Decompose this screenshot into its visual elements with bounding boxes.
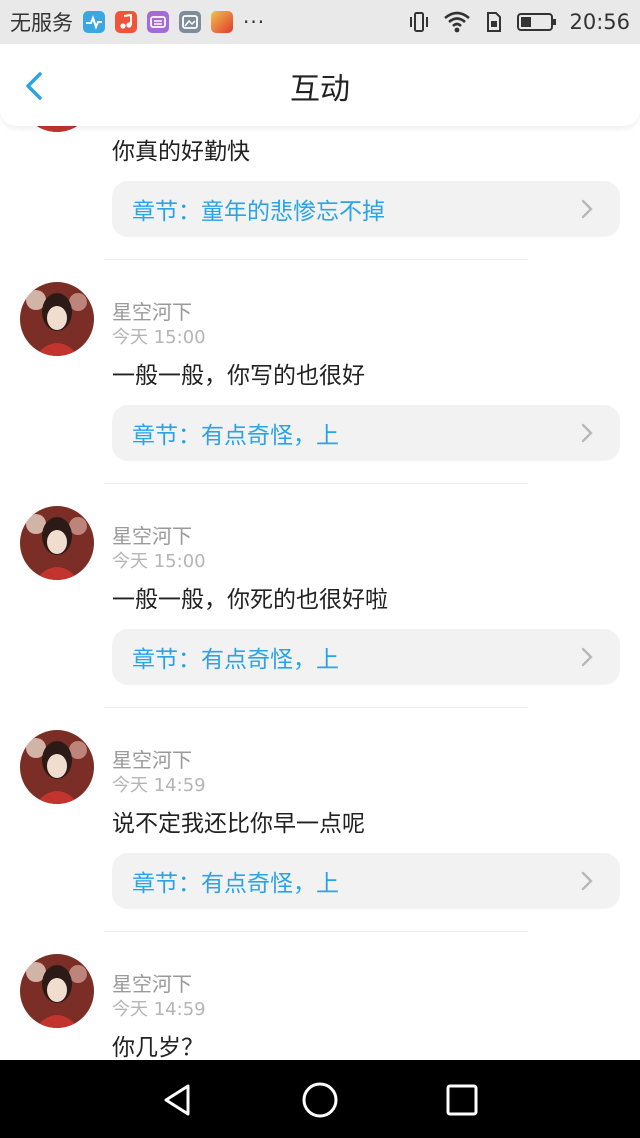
more-notifications-icon: ···	[243, 10, 266, 34]
chevron-right-icon	[581, 199, 593, 219]
carrier-label: 无服务	[10, 11, 73, 35]
system-nav-bar	[0, 1060, 640, 1138]
page-title: 互动	[290, 72, 350, 107]
avatar[interactable]	[20, 954, 94, 1028]
comment-time: 今天 15:00	[112, 551, 206, 572]
nav-recents-button[interactable]	[440, 1078, 484, 1122]
divider	[104, 259, 528, 260]
chapter-link[interactable]: 章节：童年的悲惨忘不掉	[112, 181, 620, 237]
nav-home-button[interactable]	[298, 1078, 342, 1122]
triangle-back-icon	[164, 1084, 190, 1116]
nav-back-button[interactable]	[156, 1078, 200, 1122]
chapter-link[interactable]: 章节：有点奇怪，上	[112, 405, 620, 461]
status-bar: 无服务 ··· 20:56	[0, 0, 640, 44]
game-app-icon	[211, 11, 233, 33]
battery-icon	[517, 13, 557, 31]
comment-message: 一般一般，你写的也很好	[112, 363, 365, 389]
comment-author[interactable]: 星空河下	[112, 520, 192, 549]
comment-message: 一般一般，你死的也很好啦	[112, 587, 388, 613]
comment-message: 你几岁？	[112, 1035, 204, 1060]
divider	[104, 707, 528, 708]
keyboard-app-icon	[147, 11, 169, 33]
comment-list[interactable]: 你真的好勤快 章节：童年的悲惨忘不掉 星空河下 今天 15:00 一般一般，你写…	[0, 0, 640, 1060]
chapter-label: 章节：有点奇怪，上	[132, 423, 339, 449]
clock: 20:56	[569, 10, 630, 34]
circle-home-icon	[302, 1082, 338, 1118]
divider	[104, 483, 528, 484]
comment-author[interactable]: 星空河下	[112, 296, 192, 325]
chevron-right-icon	[581, 871, 593, 891]
square-recents-icon	[446, 1084, 478, 1116]
comment-author[interactable]: 星空河下	[112, 968, 192, 997]
avatar[interactable]	[20, 506, 94, 580]
avatar[interactable]	[20, 282, 94, 356]
wifi-icon	[444, 11, 471, 33]
health-app-icon	[83, 11, 105, 33]
comment-time: 今天 14:59	[112, 999, 206, 1020]
comment-time: 今天 14:59	[112, 775, 206, 796]
chapter-label: 章节：童年的悲惨忘不掉	[132, 199, 385, 225]
comment-message: 说不定我还比你早一点呢	[112, 811, 365, 837]
gallery-app-icon	[179, 11, 201, 33]
chapter-link[interactable]: 章节：有点奇怪，上	[112, 629, 620, 685]
top-header: 互动	[0, 44, 640, 126]
comment-time: 今天 15:00	[112, 327, 206, 348]
chapter-label: 章节：有点奇怪，上	[132, 647, 339, 673]
chapter-label: 章节：有点奇怪，上	[132, 871, 339, 897]
vibrate-icon	[410, 12, 429, 32]
comment-author[interactable]: 星空河下	[112, 744, 192, 773]
music-app-icon	[115, 11, 137, 33]
sim-icon	[487, 12, 502, 32]
avatar[interactable]	[20, 730, 94, 804]
chevron-right-icon	[581, 423, 593, 443]
divider	[104, 931, 528, 932]
comment-message: 你真的好勤快	[112, 139, 250, 165]
chapter-link[interactable]: 章节：有点奇怪，上	[112, 853, 620, 909]
chevron-right-icon	[581, 647, 593, 667]
